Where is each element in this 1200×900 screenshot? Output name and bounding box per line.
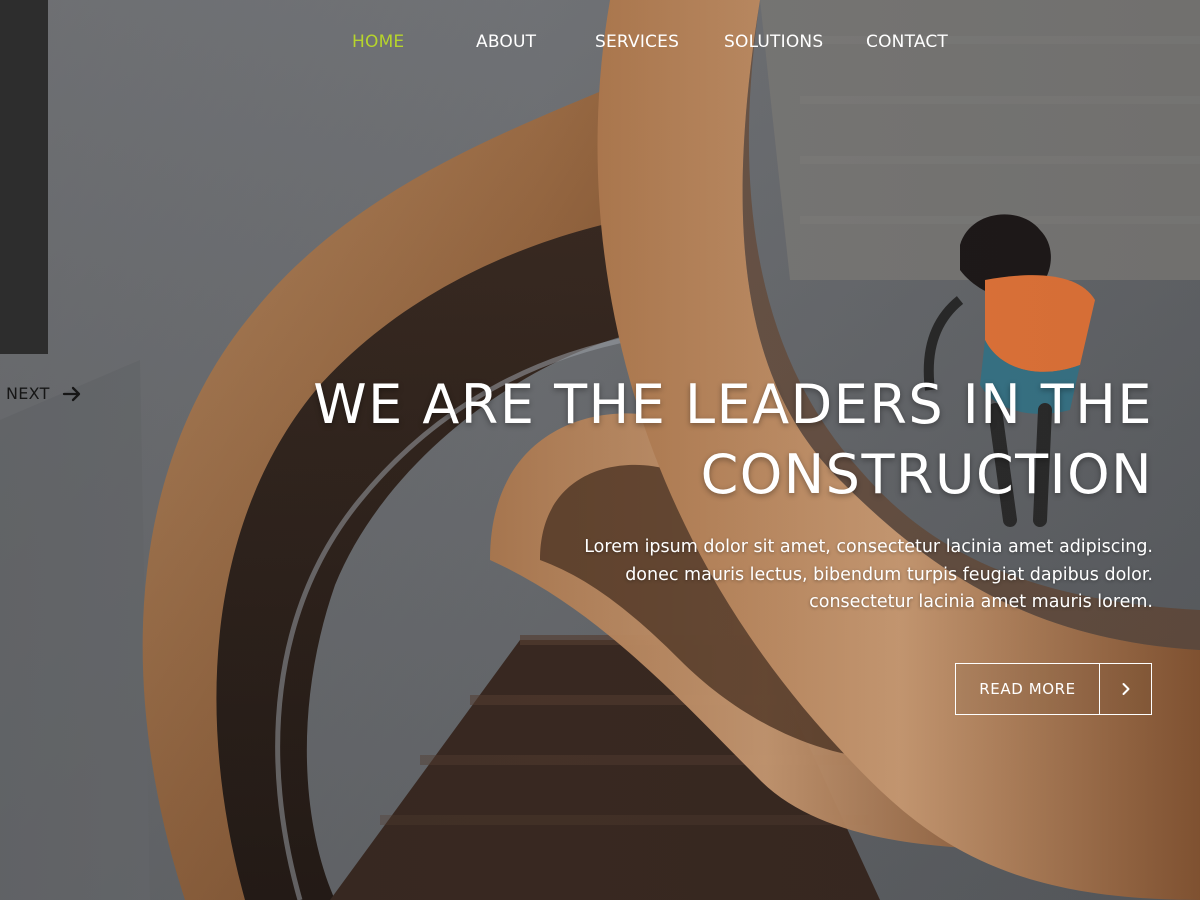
nav-item-services[interactable]: SERVICES	[595, 30, 679, 54]
read-more-button[interactable]: READ MORE	[955, 663, 1152, 715]
top-navigation: HOME ABOUT SERVICES SOLUTIONS CONTACT	[0, 30, 1200, 56]
nav-item-solutions[interactable]: SOLUTIONS	[724, 30, 823, 54]
hero-description-line-1: Lorem ipsum dolor sit amet, consectetur …	[584, 537, 1153, 557]
hero-headline-line-1: WE ARE THE LEADERS IN THE	[313, 373, 1153, 436]
hero-headline: WE ARE THE LEADERS IN THE CONSTRUCTION	[313, 370, 1153, 510]
nav-item-home[interactable]: HOME	[352, 30, 404, 54]
chevron-right-icon	[1122, 683, 1129, 695]
nav-item-contact[interactable]: CONTACT	[866, 30, 948, 54]
next-slide-link[interactable]: NEXT	[6, 383, 82, 405]
hero-description-line-3: consectetur lacinia amet mauris lorem.	[809, 592, 1153, 612]
hero-description: Lorem ipsum dolor sit amet, consectetur …	[513, 534, 1153, 617]
hero-description-line-2: donec mauris lectus, bibendum turpis feu…	[625, 564, 1153, 585]
hero-section: NEXT HOME ABOUT SERVICES SOLUTIONS CONTA…	[0, 0, 1200, 900]
read-more-icon-cell	[1100, 664, 1151, 714]
next-label: NEXT	[6, 384, 50, 403]
hero-headline-line-2: CONSTRUCTION	[700, 443, 1153, 506]
read-more-label: READ MORE	[956, 664, 1100, 714]
arrow-right-icon	[62, 386, 80, 402]
nav-item-about[interactable]: ABOUT	[476, 30, 536, 54]
